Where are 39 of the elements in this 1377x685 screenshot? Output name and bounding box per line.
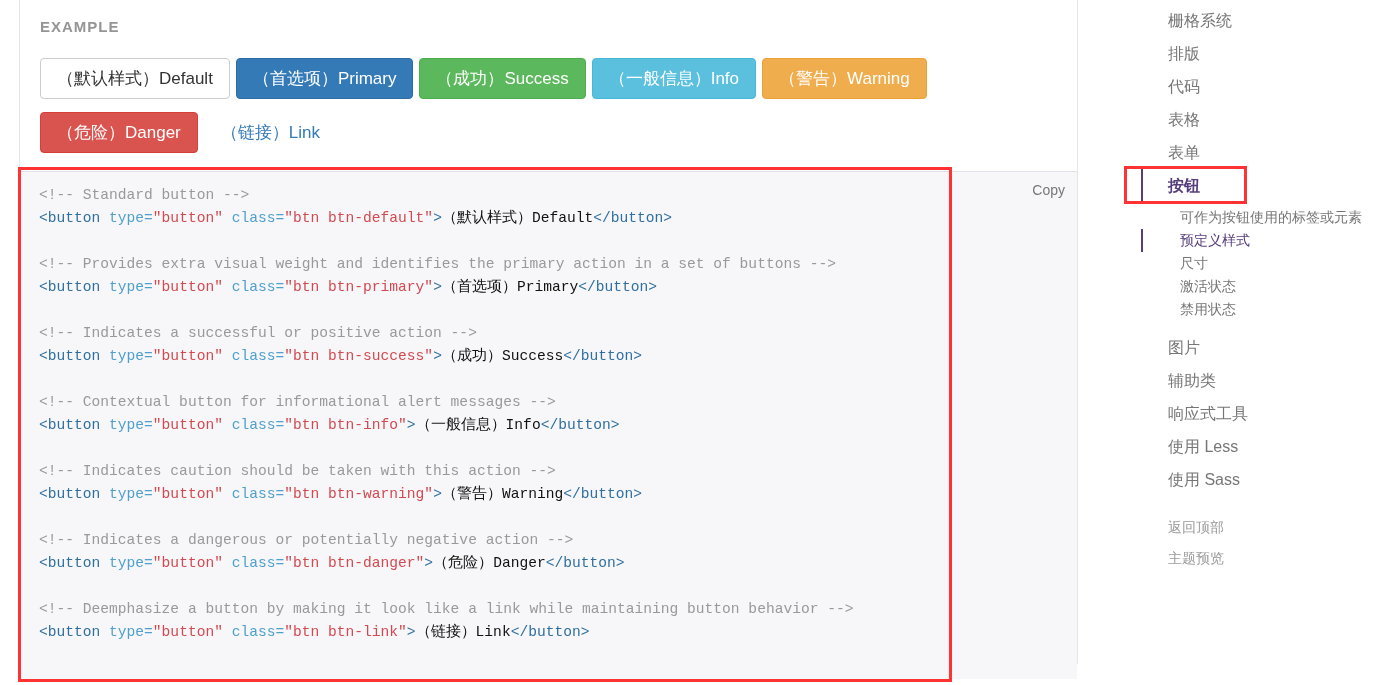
sidebar-item[interactable]: 按钮 bbox=[1141, 169, 1200, 202]
code-line: <button type="button" class="btn btn-warning">（警告）Warning</button> bbox=[39, 485, 643, 502]
example-title: EXAMPLE bbox=[40, 17, 121, 37]
code-comment: <!-- Contextual button for informational alert messages --> bbox=[39, 393, 556, 410]
sidebar-item[interactable]: 图片 bbox=[1141, 331, 1200, 364]
sidebar-subitem[interactable]: 激活状态 bbox=[1141, 275, 1236, 298]
code-comment: <!-- Provides extra visual weight and identifies the primary action in a set of buttons --> bbox=[39, 255, 836, 272]
sidebar-item[interactable]: 使用 Less bbox=[1141, 430, 1239, 463]
sidebar-subitem[interactable]: 禁用状态 bbox=[1141, 298, 1236, 321]
code-line: <button type="button" class="btn btn-primary">（首选项）Primary</button> bbox=[39, 278, 658, 295]
link-button[interactable]: （链接）Link bbox=[203, 111, 337, 153]
sidebar-subitem[interactable]: 可作为按钮使用的标签或元素 bbox=[1141, 206, 1362, 229]
copy-button[interactable]: Copy bbox=[1028, 177, 1069, 203]
sidebar-item[interactable]: 表格 bbox=[1141, 103, 1200, 136]
footer-link[interactable]: 主题预览 bbox=[1141, 543, 1224, 574]
code-line: <button type="button" class="btn btn-danger">（危险）Danger</button> bbox=[39, 554, 625, 571]
sidebar-item[interactable]: 响应式工具 bbox=[1141, 397, 1248, 430]
example-button[interactable]: （成功）Success bbox=[419, 57, 586, 99]
sidebar-item[interactable]: 排版 bbox=[1141, 37, 1200, 70]
example-button[interactable]: （默认样式）Default bbox=[40, 57, 230, 99]
code-comment: <!-- Indicates a successful or positive action --> bbox=[39, 324, 477, 341]
code-comment: <!-- Indicates a dangerous or potentially negative action --> bbox=[39, 531, 574, 548]
code-comment: <!-- Deemphasize a button by making it look like a link while maintaining button behavior --> bbox=[39, 600, 854, 617]
sidebar-item[interactable]: 表单 bbox=[1141, 136, 1200, 169]
code-comment: <!-- Standard button --> bbox=[39, 186, 250, 203]
sidebar-item[interactable]: 辅助类 bbox=[1141, 364, 1216, 397]
sidebar-subitem[interactable]: 尺寸 bbox=[1141, 252, 1208, 275]
example-button[interactable]: （首选项）Primary bbox=[235, 57, 414, 99]
sidebar-item[interactable]: 栅格系统 bbox=[1141, 4, 1232, 37]
sidebar-subitem[interactable]: 预定义样式 bbox=[1141, 229, 1250, 252]
footer-link[interactable]: 返回顶部 bbox=[1141, 512, 1224, 543]
code-comment: <!-- Indicates caution should be taken with this action --> bbox=[39, 462, 556, 479]
example-button[interactable]: （危险）Danger bbox=[40, 111, 198, 153]
code-line: <button type="button" class="btn btn-default">（默认样式）Default</button> bbox=[39, 209, 673, 226]
sidebar-item[interactable]: 使用 Sass bbox=[1141, 463, 1240, 496]
code-line: <button type="button" class="btn btn-info">（一般信息）Info</button> bbox=[39, 416, 620, 433]
code-line: <button type="button" class="btn btn-success">（成功）Success</button> bbox=[39, 347, 643, 364]
code-line: <button type="button" class="btn btn-link">（链接）Link</button> bbox=[39, 623, 590, 640]
sidebar-item[interactable]: 代码 bbox=[1141, 70, 1200, 103]
